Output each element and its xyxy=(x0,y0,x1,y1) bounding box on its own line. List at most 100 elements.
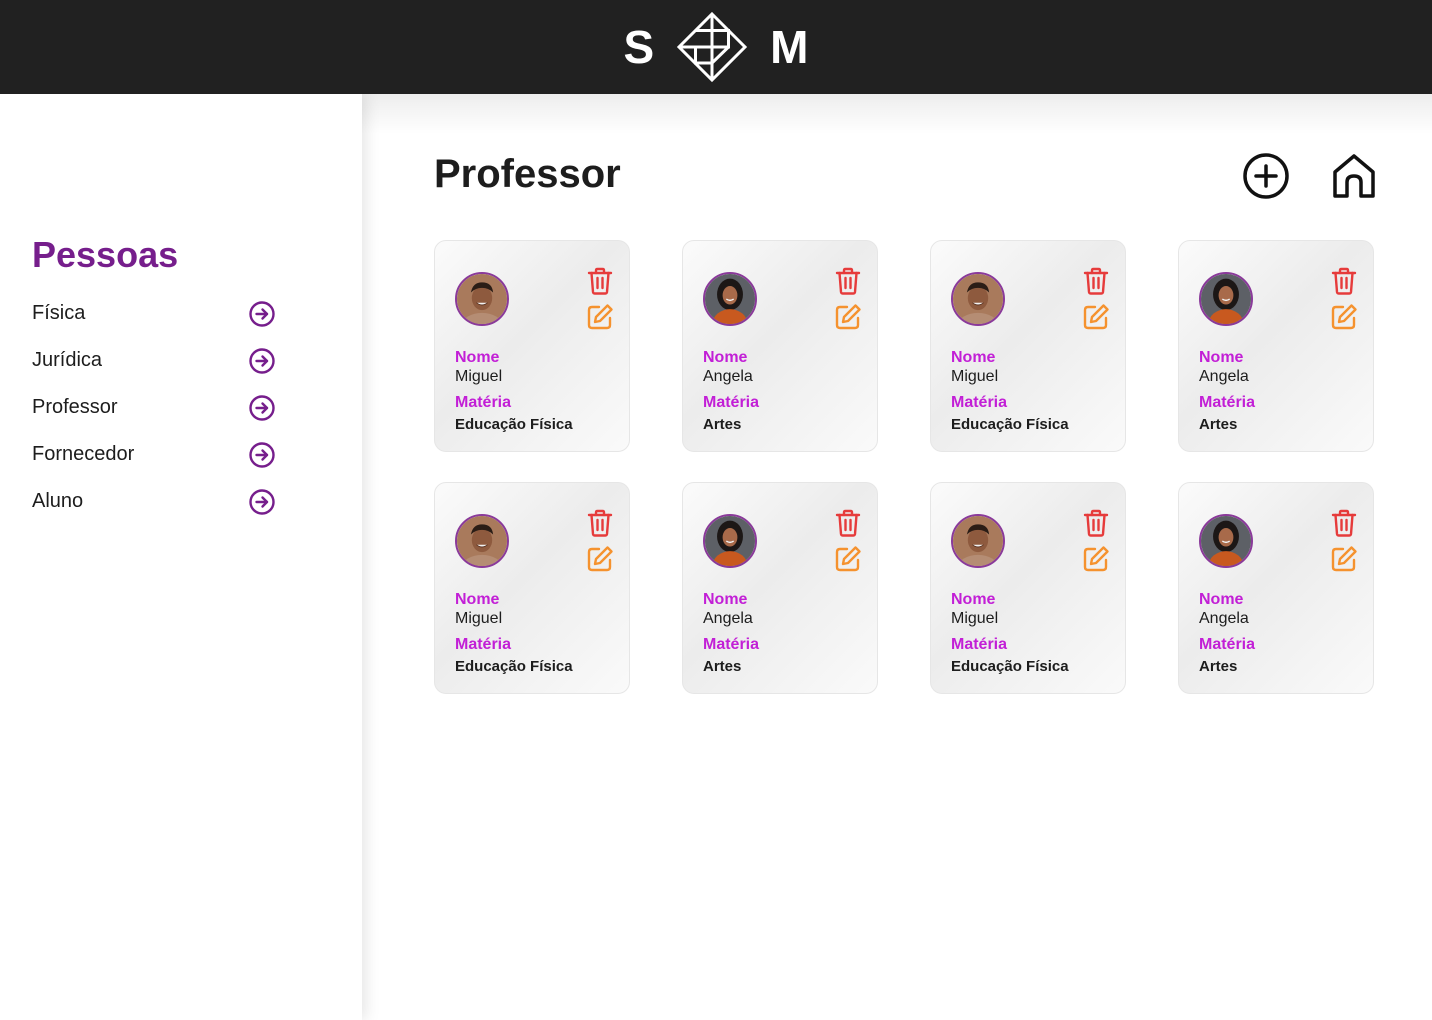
professor-name: Angela xyxy=(703,368,753,385)
male-avatar xyxy=(457,516,507,566)
avatar xyxy=(455,272,509,326)
plus-circle-icon xyxy=(1243,153,1289,199)
edit-icon xyxy=(835,304,861,330)
edit-button[interactable] xyxy=(585,544,615,574)
professor-card: Nome Angela Matéria Artes xyxy=(1178,240,1374,452)
sidebar-title: Pessoas xyxy=(32,234,179,275)
professor-card: Nome Miguel Matéria Educação Física xyxy=(434,240,630,452)
edit-icon xyxy=(587,304,613,330)
logo-letter-m: M xyxy=(770,21,809,73)
sidebar: Pessoas Física Jurídica Professor Fornecedo… xyxy=(0,94,362,1020)
subject-label: Matéria xyxy=(951,394,1008,411)
diamond-logo-icon xyxy=(677,11,748,83)
edit-button[interactable] xyxy=(1081,544,1111,574)
arrow-right-circle-icon[interactable] xyxy=(248,394,276,422)
trash-icon xyxy=(1331,267,1357,295)
professor-card: Nome Miguel Matéria Educação Física xyxy=(930,240,1126,452)
sidebar-item-fornecedor[interactable]: Fornecedor xyxy=(32,431,276,478)
professor-name: Angela xyxy=(1199,610,1249,627)
male-avatar xyxy=(953,516,1003,566)
sidebar-menu: Física Jurídica Professor Fornecedor Aluno xyxy=(32,290,276,525)
professor-card: Nome Miguel Matéria Educação Física xyxy=(930,482,1126,694)
female-avatar xyxy=(1201,274,1251,324)
professor-name: Angela xyxy=(1199,368,1249,385)
sidebar-item-label: Fornecedor xyxy=(32,443,135,465)
edit-icon xyxy=(1331,546,1357,572)
male-avatar xyxy=(457,274,507,324)
delete-button[interactable] xyxy=(833,508,863,538)
subject-label: Matéria xyxy=(1199,394,1256,411)
arrow-right-circle-icon[interactable] xyxy=(248,300,276,328)
sidebar-item-juridica[interactable]: Jurídica xyxy=(32,337,276,384)
sidebar-item-label: Jurídica xyxy=(32,349,103,371)
female-avatar xyxy=(1201,516,1251,566)
professor-subject: Educação Física xyxy=(951,658,1069,675)
delete-button[interactable] xyxy=(1329,266,1359,296)
edit-icon xyxy=(1083,304,1109,330)
professor-card: Nome Angela Matéria Artes xyxy=(1178,482,1374,694)
edit-icon xyxy=(1083,546,1109,572)
avatar xyxy=(703,514,757,568)
logo[interactable]: S M xyxy=(623,11,809,83)
delete-button[interactable] xyxy=(1081,266,1111,296)
trash-icon xyxy=(1331,509,1357,537)
edit-icon xyxy=(835,546,861,572)
professor-name: Angela xyxy=(703,610,753,627)
avatar xyxy=(703,272,757,326)
name-label: Nome xyxy=(703,591,748,608)
header-shadow xyxy=(362,94,1432,134)
name-label: Nome xyxy=(1199,591,1244,608)
trash-icon xyxy=(1083,267,1109,295)
professor-subject: Educação Física xyxy=(951,416,1069,433)
male-avatar xyxy=(953,274,1003,324)
sidebar-item-fisica[interactable]: Física xyxy=(32,290,276,337)
subject-label: Matéria xyxy=(1199,636,1256,653)
logo-letter-s: S xyxy=(623,21,655,73)
edit-button[interactable] xyxy=(1329,544,1359,574)
professor-subject: Educação Física xyxy=(455,658,573,675)
name-label: Nome xyxy=(455,349,500,366)
edit-button[interactable] xyxy=(1329,302,1359,332)
professor-subject: Artes xyxy=(1199,658,1238,675)
edit-button[interactable] xyxy=(585,302,615,332)
name-label: Nome xyxy=(703,349,748,366)
female-avatar xyxy=(705,274,755,324)
name-label: Nome xyxy=(1199,349,1244,366)
professor-subject: Artes xyxy=(703,416,742,433)
delete-button[interactable] xyxy=(1329,508,1359,538)
avatar xyxy=(951,272,1005,326)
trash-icon xyxy=(587,267,613,295)
subject-label: Matéria xyxy=(455,394,512,411)
avatar xyxy=(1199,272,1253,326)
professor-card: Nome Angela Matéria Artes xyxy=(682,240,878,452)
avatar xyxy=(1199,514,1253,568)
professor-name: Miguel xyxy=(455,368,503,385)
professor-subject: Artes xyxy=(1199,416,1238,433)
professor-card: Nome Miguel Matéria Educação Física xyxy=(434,482,630,694)
delete-button[interactable] xyxy=(833,266,863,296)
avatar xyxy=(455,514,509,568)
delete-button[interactable] xyxy=(585,508,615,538)
delete-button[interactable] xyxy=(1081,508,1111,538)
professor-card: Nome Angela Matéria Artes xyxy=(682,482,878,694)
avatar xyxy=(951,514,1005,568)
edit-button[interactable] xyxy=(833,544,863,574)
name-label: Nome xyxy=(951,591,996,608)
sidebar-item-professor[interactable]: Professor xyxy=(32,384,276,431)
sidebar-item-label: Aluno xyxy=(32,490,84,512)
sidebar-item-label: Professor xyxy=(32,396,118,418)
edit-button[interactable] xyxy=(1081,302,1111,332)
arrow-right-circle-icon[interactable] xyxy=(248,347,276,375)
add-professor-button[interactable] xyxy=(1242,152,1290,200)
professor-name: Miguel xyxy=(951,368,999,385)
subject-label: Matéria xyxy=(951,636,1008,653)
sidebar-item-aluno[interactable]: Aluno xyxy=(32,478,276,525)
edit-icon xyxy=(587,546,613,572)
trash-icon xyxy=(587,509,613,537)
subject-label: Matéria xyxy=(703,394,760,411)
home-button[interactable] xyxy=(1330,152,1378,200)
delete-button[interactable] xyxy=(585,266,615,296)
arrow-right-circle-icon[interactable] xyxy=(248,441,276,469)
arrow-right-circle-icon[interactable] xyxy=(248,488,276,516)
edit-button[interactable] xyxy=(833,302,863,332)
